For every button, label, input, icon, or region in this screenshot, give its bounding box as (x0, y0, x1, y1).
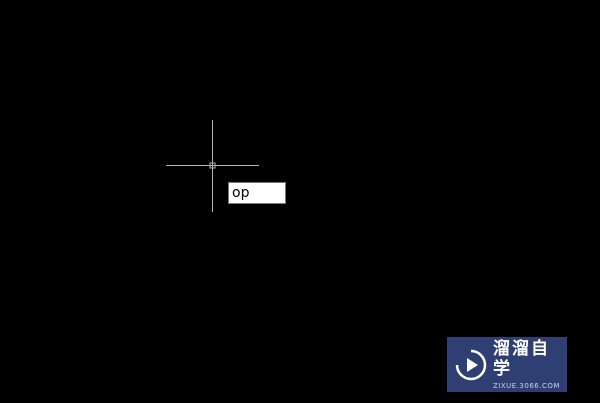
watermark-url: ZIXUE.3066.COM (493, 381, 560, 390)
dynamic-command-input[interactable]: op (228, 182, 286, 204)
watermark-title: 溜溜自学 (493, 338, 550, 379)
watermark-text-group: 溜溜自学 ZIXUE.3066.COM (493, 339, 567, 391)
play-circle-icon (455, 348, 487, 380)
watermark-badge: 溜溜自学 ZIXUE.3066.COM (447, 337, 567, 392)
